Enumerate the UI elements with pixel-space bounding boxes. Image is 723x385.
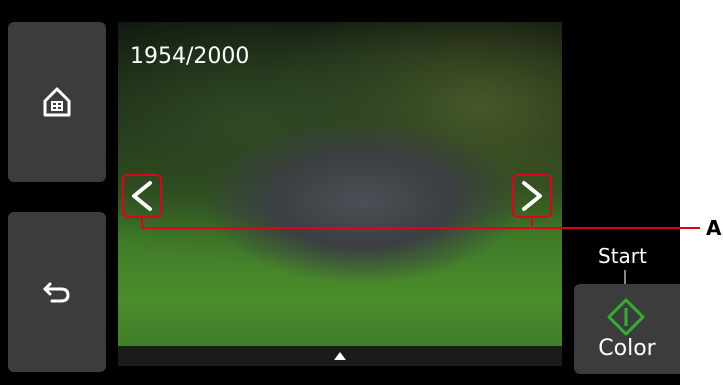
callout-label-a: A [706,216,722,240]
callout-lines [141,218,700,229]
